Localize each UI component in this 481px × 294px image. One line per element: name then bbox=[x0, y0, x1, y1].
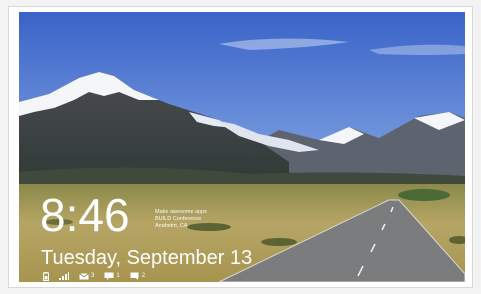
signal-icon bbox=[59, 272, 69, 280]
event-title: Make awesome apps bbox=[155, 209, 207, 215]
chat-icon bbox=[130, 272, 139, 280]
message-notification: 1 bbox=[104, 272, 120, 280]
lock-time: 8:46 bbox=[40, 189, 130, 241]
event-location: Anaheim, CA bbox=[155, 223, 188, 229]
mail-notification: 3 bbox=[79, 272, 95, 280]
chat-count: 2 bbox=[141, 273, 146, 279]
lock-date: Tuesday, September 13 bbox=[41, 247, 253, 269]
chat-notification: 2 bbox=[130, 272, 145, 280]
mail-count: 3 bbox=[91, 273, 95, 279]
lock-screen[interactable]: 8:46 Make awesome apps BUILD Conference … bbox=[19, 12, 465, 282]
background-landscape bbox=[19, 12, 465, 282]
message-count: 1 bbox=[116, 273, 120, 279]
mail-icon bbox=[79, 272, 89, 279]
signal-status bbox=[59, 272, 69, 280]
calendar-event: Make awesome apps BUILD Conference Anahe… bbox=[155, 209, 207, 230]
battery-icon bbox=[43, 271, 49, 281]
message-icon bbox=[104, 272, 114, 280]
event-name: BUILD Conference bbox=[155, 216, 202, 222]
screenshot-frame: 8:46 Make awesome apps BUILD Conference … bbox=[8, 6, 473, 288]
notification-bar: 3 1 2 bbox=[43, 270, 145, 282]
battery-status bbox=[43, 271, 49, 281]
